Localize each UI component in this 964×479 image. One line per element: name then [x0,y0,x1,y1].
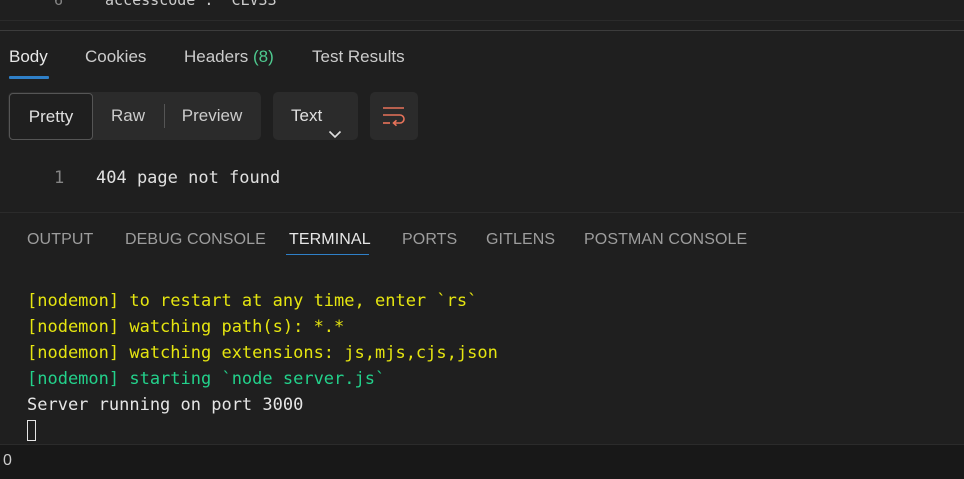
terminal-line: [nodemon] to restart at any time, enter … [27,291,478,311]
divider [0,30,964,31]
chevron-down-icon [328,110,342,158]
status-bar-text: 0 [3,452,12,469]
terminal-line: [nodemon] watching path(s): *.* [27,317,345,337]
pretty-button[interactable]: Pretty [9,93,93,140]
type-select-value: Text [291,106,323,125]
word-wrap-icon [382,105,406,132]
tab-postman-console[interactable]: POSTMAN CONSOLE [584,230,747,252]
editor-line-text[interactable]: "accesscode": "CLV33" [96,0,286,9]
tab-output[interactable]: OUTPUT [27,230,93,252]
tab-headers[interactable]: Headers (8) [184,46,274,70]
panel-border [0,212,964,213]
tab-body[interactable]: Body [9,46,48,70]
tab-terminal[interactable]: TERMINAL [289,230,371,252]
tab-debug-console[interactable]: DEBUG CONSOLE [125,230,266,252]
terminal-line: [nodemon] watching extensions: js,mjs,cj… [27,343,498,363]
tab-cookies[interactable]: Cookies [85,46,146,70]
tab-terminal-underline [286,254,369,255]
tab-ports[interactable]: PORTS [402,230,457,252]
raw-button[interactable]: Raw [96,93,160,139]
tab-test-results-label: Test Results [312,47,405,66]
preview-button[interactable]: Preview [170,93,254,139]
terminal-cursor[interactable] [27,420,36,441]
terminal-line: [nodemon] starting `node server.js` [27,369,386,389]
editor-line-number: 6 [54,0,64,9]
status-bar [0,444,964,479]
response-line-number: 1 [54,168,65,188]
editor-strip: 6 "accesscode": "CLV33" [0,0,964,21]
tab-body-underline [9,76,49,79]
terminal-line: Server running on port 3000 [27,395,304,415]
tab-cookies-label: Cookies [85,47,147,66]
word-wrap-button[interactable] [370,92,418,140]
headers-count-badge: (8) [252,47,274,66]
type-select[interactable]: Text [273,92,358,140]
tab-headers-label: Headers [184,47,253,66]
response-body-text[interactable]: 404 page not found [96,168,280,188]
tab-gitlens[interactable]: GITLENS [486,230,555,252]
tab-body-label: Body [9,47,48,66]
tab-test-results[interactable]: Test Results [312,46,405,70]
segment-divider [164,104,165,128]
